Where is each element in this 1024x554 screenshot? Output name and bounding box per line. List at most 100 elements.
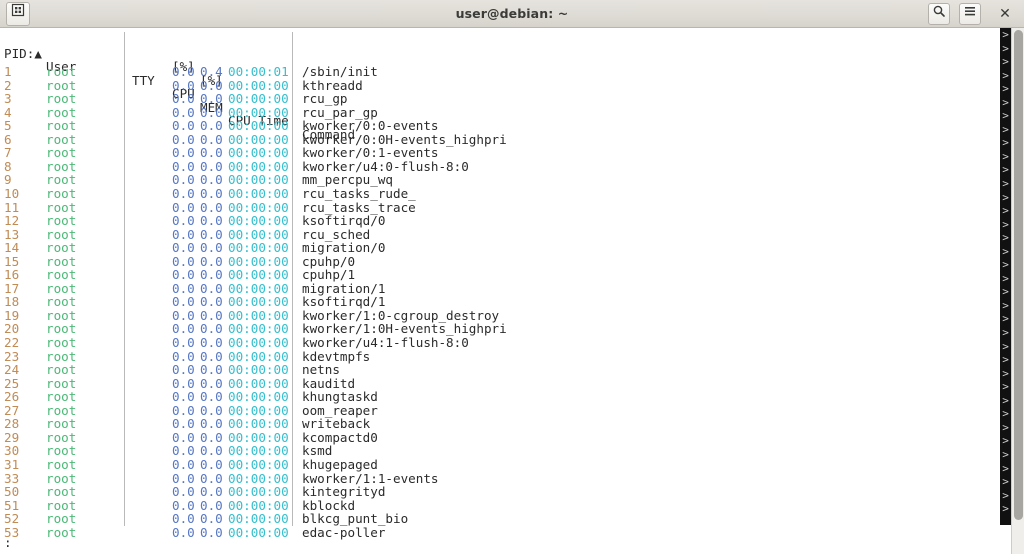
table-row[interactable]: 27 root 0.0 0.0 00:00:00 oom_reaper — [0, 404, 1000, 418]
line-wrap-marker: > — [1002, 461, 1009, 475]
line-wrap-marker: > — [1002, 339, 1009, 353]
table-row[interactable]: 2 root 0.0 0.0 00:00:00 kthreadd — [0, 77, 1000, 93]
line-wrap-marker: > — [1002, 502, 1009, 516]
table-row[interactable]: 18 root 0.0 0.0 00:00:00 ksoftirqd/1 — [0, 295, 1000, 309]
line-wrap-marker: > — [1002, 380, 1009, 394]
cell-cpu: 0.0 — [172, 307, 195, 323]
table-row[interactable]: 50 root 0.0 0.0 00:00:00 kintegrityd — [0, 485, 1000, 499]
table-row[interactable]: 5 root 0.0 0.0 00:00:00 kworker/0:0-events — [0, 119, 1000, 133]
command-prompt[interactable]: : — [4, 536, 12, 550]
table-row[interactable]: 22 root 0.0 0.0 00:00:00 kworker/u4:1-flush-8… — [0, 336, 1000, 350]
cell-user: root — [46, 307, 77, 323]
cell-pid: 10 — [4, 185, 20, 201]
menu-button[interactable] — [959, 3, 981, 25]
cell-pid: 22 — [4, 335, 20, 350]
search-icon — [933, 5, 945, 17]
line-wrap-marker: > — [1002, 136, 1009, 150]
cell-cpu-time: 00:00:00 — [228, 497, 289, 513]
table-row[interactable]: 30 root 0.0 0.0 00:00:00 ksmd — [0, 444, 1000, 458]
vertical-scrollbar-track[interactable] — [1011, 28, 1024, 554]
table-row[interactable]: 14 root 0.0 0.0 00:00:00 migration/0 — [0, 241, 1000, 255]
table-row[interactable]: 8 root 0.0 0.0 00:00:00 kworker/u4:0-flush-8:… — [0, 160, 1000, 174]
table-row[interactable]: 16 root 0.0 0.0 00:00:00 cpuhp/1 — [0, 268, 1000, 282]
cell-command: cpuhp/0 — [302, 253, 356, 269]
cell-cpu: 0.0 — [172, 118, 195, 134]
table-row[interactable]: 6 root 0.0 0.0 00:00:00 kworker/0:0H-events_h… — [0, 133, 1000, 147]
table-row[interactable]: 26 root 0.0 0.0 00:00:00 khungtaskd — [0, 390, 1000, 404]
cell-cpu-time: 00:00:00 — [228, 185, 289, 201]
cell-mem: 0.0 — [200, 524, 223, 540]
table-row[interactable]: 29 root 0.0 0.0 00:00:00 kcompactd0 — [0, 431, 1000, 445]
terminal-screen[interactable]: PID:▲ User TTY CPU MEM CPU Time Command … — [0, 28, 1024, 554]
table-row[interactable]: 20 root 0.0 0.0 00:00:00 kworker/1:0H-events_… — [0, 322, 1000, 336]
table-row[interactable]: 53 root 0.0 0.0 00:00:00 edac-poller — [0, 526, 1000, 540]
cell-pid: 50 — [4, 484, 20, 500]
table-row[interactable]: 11 root 0.0 0.0 00:00:00 rcu_tasks_trace — [0, 199, 1000, 215]
cell-cpu: 0.0 — [172, 335, 195, 350]
cell-command: kthreadd — [302, 77, 363, 93]
cell-command: blkcg_punt_bio — [302, 511, 409, 527]
table-row[interactable]: 3 root 0.0 0.0 00:00:00 rcu_gp — [0, 92, 1000, 106]
cell-pid: 4 — [4, 104, 12, 120]
cell-user: root — [46, 267, 77, 283]
cell-mem: 0.0 — [200, 321, 223, 337]
cell-cpu-time: 00:00:00 — [228, 443, 289, 459]
cell-cpu: 0.0 — [172, 145, 195, 161]
table-row[interactable]: 52 root 0.0 0.0 00:00:00 blkcg_punt_bio — [0, 512, 1000, 526]
line-wrap-marker: > — [1002, 258, 1009, 272]
vertical-scrollbar-thumb[interactable] — [1014, 30, 1023, 520]
cell-user: root — [46, 443, 77, 459]
cell-command: rcu_tasks_trace — [302, 199, 416, 215]
table-row[interactable]: 31 root 0.0 0.0 00:00:00 khugepaged — [0, 458, 1000, 472]
line-wrap-marker-gutter: > > > > > > > > > > > > > > > > > > > > > > > > > > > > > > > > > > > > — [1000, 28, 1011, 525]
cell-cpu: 0.0 — [172, 104, 195, 120]
cell-user: root — [46, 158, 77, 174]
window-title: user@debian: ~ — [455, 6, 569, 21]
cell-cpu: 0.0 — [172, 185, 195, 201]
cell-mem: 0.0 — [200, 77, 223, 93]
table-row[interactable]: 51 root 0.0 0.0 00:00:00 kblockd — [0, 499, 1000, 513]
cell-mem: 0.0 — [200, 267, 223, 283]
table-row[interactable]: 9 root 0.0 0.0 00:00:00 mm_percpu_wq — [0, 173, 1000, 187]
close-button[interactable]: ✕ — [996, 6, 1014, 22]
cell-command: writeback — [302, 416, 371, 432]
table-row[interactable]: 4 root 0.0 0.0 00:00:00 rcu_par_gp — [0, 106, 1000, 120]
table-row[interactable]: 13 root 0.0 0.0 00:00:00 rcu_sched — [0, 228, 1000, 242]
cell-user: root — [46, 497, 77, 513]
cell-cpu: 0.0 — [172, 484, 195, 500]
table-row[interactable]: 24 root 0.0 0.0 00:00:00 netns — [0, 363, 1000, 377]
table-row[interactable]: 25 root 0.0 0.0 00:00:00 kauditd — [0, 377, 1000, 391]
line-wrap-marker: > — [1002, 217, 1009, 231]
table-row[interactable]: 15 root 0.0 0.0 00:00:00 cpuhp/0 — [0, 255, 1000, 269]
cell-mem: 0.0 — [200, 253, 223, 269]
cell-user: root — [46, 226, 77, 242]
cell-cpu-time: 00:00:00 — [228, 402, 289, 418]
table-row[interactable]: 7 root 0.0 0.0 00:00:00 kworker/0:1-events — [0, 146, 1000, 160]
line-wrap-marker: > — [1002, 177, 1009, 191]
cell-mem: 0.0 — [200, 145, 223, 161]
line-wrap-marker: > — [1002, 204, 1009, 218]
cell-pid: 30 — [4, 443, 20, 459]
table-row[interactable]: 19 root 0.0 0.0 00:00:00 kworker/1:0-cgroup_d… — [0, 309, 1000, 323]
cell-pid: 15 — [4, 253, 20, 269]
table-row[interactable]: 10 root 0.0 0.0 00:00:00 rcu_tasks_rude_ — [0, 187, 1000, 201]
cell-pid: 16 — [4, 267, 20, 283]
cell-mem: 0.0 — [200, 416, 223, 432]
line-wrap-marker: > — [1002, 109, 1009, 123]
table-row[interactable]: 23 root 0.0 0.0 00:00:00 kdevtmpfs — [0, 349, 1000, 364]
cell-cpu-time: 00:00:00 — [228, 307, 289, 323]
table-row[interactable]: 12 root 0.0 0.0 00:00:00 ksoftirqd/0 — [0, 214, 1000, 228]
cell-cpu: 0.0 — [172, 470, 195, 486]
table-row[interactable]: 28 root 0.0 0.0 00:00:00 writeback — [0, 417, 1000, 431]
cell-mem: 0.0 — [200, 172, 223, 188]
line-wrap-marker: > — [1002, 407, 1009, 421]
cell-pid: 33 — [4, 470, 20, 486]
cell-cpu-time: 00:00:00 — [228, 294, 289, 310]
cell-command: kworker/0:0-events — [302, 118, 439, 134]
cell-command: ksoftirqd/0 — [302, 213, 386, 229]
table-row[interactable]: 17 root 0.0 0.0 00:00:00 migration/1 — [0, 282, 1000, 296]
table-row[interactable]: 33 root 0.0 0.0 00:00:00 kworker/1:1-events — [0, 470, 1000, 486]
cell-pid: 19 — [4, 307, 20, 323]
search-button[interactable] — [928, 3, 950, 25]
table-row[interactable]: 1 root 0.0 0.4 00:00:01/sbin/init — [0, 65, 1000, 79]
